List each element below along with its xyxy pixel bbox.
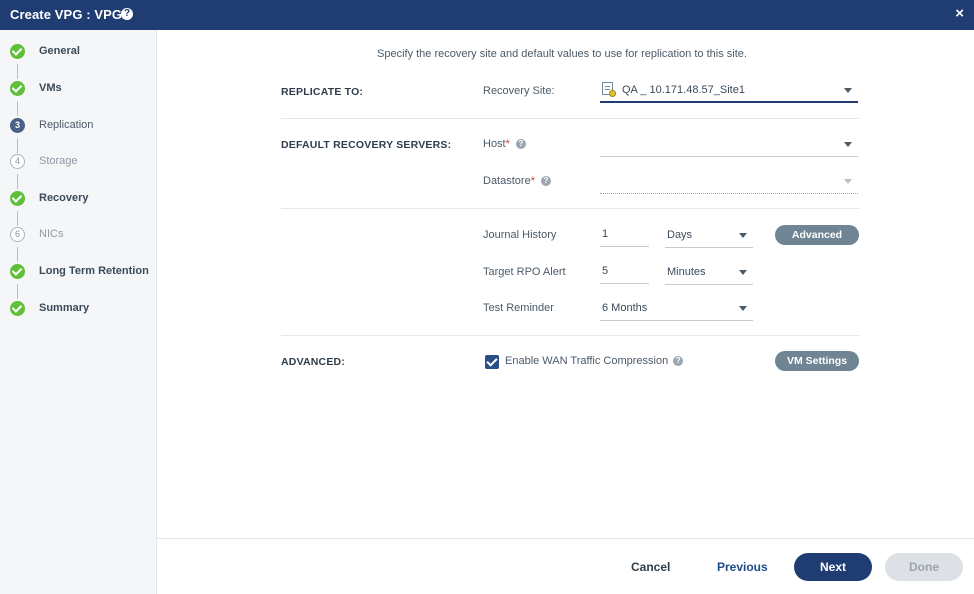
step-connector [17,284,18,299]
wan-compression-label: Enable WAN Traffic Compression? [505,355,684,367]
help-icon[interactable]: ? [515,139,526,149]
host-select[interactable] [600,133,858,157]
advanced-heading: ADVANCED: [281,356,346,368]
journal-history-input[interactable]: 1 [600,223,649,247]
step-storage[interactable]: 4 Storage [0,151,157,173]
help-icon[interactable]: ? [540,176,551,186]
done-button[interactable]: Done [885,553,963,581]
divider [281,118,859,119]
divider [281,208,859,209]
check-icon [10,301,25,316]
title-bar: Create VPG : VPG1 ? × [0,0,974,30]
test-reminder-label: Test Reminder [483,302,554,314]
check-icon [10,191,25,206]
step-recovery[interactable]: Recovery [0,188,157,210]
target-rpo-unit-select[interactable]: Minutes [665,261,753,285]
chevron-down-icon [739,270,747,275]
help-icon[interactable]: ? [121,8,133,20]
check-icon [10,81,25,96]
close-icon[interactable]: × [955,5,964,22]
step-label: General [39,45,80,57]
host-label: Host*? [483,138,526,150]
vm-settings-button[interactable]: VM Settings [775,351,859,371]
recovery-site-select[interactable]: QA _ 10.171.48.57_Site1 [600,79,858,103]
wizard-footer: Cancel Previous Next Done [157,538,974,594]
step-number-marker: 4 [10,154,25,169]
next-button[interactable]: Next [794,553,872,581]
check-icon [10,264,25,279]
help-icon[interactable]: ? [673,356,684,366]
required-mark: * [530,175,535,187]
step-label: Storage [39,155,78,167]
test-reminder-select[interactable]: 6 Months [600,297,753,321]
step-label: Summary [39,302,90,314]
step-replication[interactable]: 3 Replication [0,115,157,137]
journal-history-unit: Days [667,229,693,241]
chevron-down-icon [739,233,747,238]
intro-text: Specify the recovery site and default va… [377,48,747,60]
default-recovery-servers-heading: DEFAULT RECOVERY SERVERS: [281,139,452,151]
dialog-title: Create VPG : VPG1 [10,7,130,22]
wan-compression-label-text: Enable WAN Traffic Compression [505,355,669,367]
step-vms[interactable]: VMs [0,78,157,100]
previous-button[interactable]: Previous [717,560,768,574]
datastore-label-text: Datastore [483,175,531,187]
cancel-button[interactable]: Cancel [631,560,670,574]
wizard-steps-sidebar: General VMs 3 Replication 4 Storage Reco… [0,30,157,594]
step-connector [17,64,18,79]
step-connector [17,101,18,116]
target-rpo-unit: Minutes [667,266,706,278]
check-icon [10,44,25,59]
target-rpo-label: Target RPO Alert [483,266,566,278]
advanced-button[interactable]: Advanced [775,225,859,245]
chevron-down-icon [844,179,852,184]
divider [281,335,859,336]
step-nics[interactable]: 6 NICs [0,224,157,246]
host-label-text: Host [483,138,506,150]
step-connector [17,174,18,189]
step-general[interactable]: General [0,41,157,63]
journal-history-unit-select[interactable]: Days [665,224,753,248]
step-label: Long Term Retention [39,265,149,277]
test-reminder-value: 6 Months [602,302,648,314]
chevron-down-icon [844,142,852,147]
chevron-down-icon [739,306,747,311]
step-label: NICs [39,228,64,240]
step-number-marker: 3 [10,118,25,133]
target-rpo-input[interactable]: 5 [600,260,649,284]
step-connector [17,247,18,262]
step-label: Recovery [39,192,89,204]
recovery-site-label: Recovery Site: [483,85,555,97]
target-rpo-value: 5 [602,265,609,277]
wan-compression-checkbox[interactable] [485,355,499,369]
step-long-term-retention[interactable]: Long Term Retention [0,261,157,283]
datastore-select[interactable] [600,170,858,194]
datastore-label: Datastore*? [483,175,551,187]
journal-history-label: Journal History [483,229,557,241]
site-icon [602,82,616,98]
step-label: Replication [39,119,94,131]
required-mark: * [505,138,510,150]
replicate-to-heading: REPLICATE TO: [281,86,364,98]
step-label: VMs [39,82,62,94]
chevron-down-icon [844,88,852,93]
step-summary[interactable]: Summary [0,298,157,320]
journal-history-value: 1 [602,228,609,240]
recovery-site-value: QA _ 10.171.48.57_Site1 [622,84,745,96]
step-number-marker: 6 [10,227,25,242]
